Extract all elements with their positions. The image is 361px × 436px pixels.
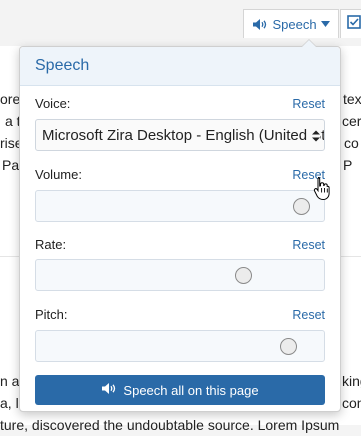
bg-text-line: P (343, 157, 353, 173)
bg-text-line: tex (343, 91, 361, 107)
checkbox-icon (347, 14, 361, 34)
speech-all-button[interactable]: Speech all on this page (35, 375, 325, 405)
pitch-slider[interactable] (35, 330, 325, 362)
pitch-label: Pitch: (35, 307, 68, 322)
hand-pointer-icon (313, 176, 331, 205)
bg-text-line: co (344, 135, 359, 151)
bg-text-line: con (342, 395, 361, 411)
bg-text-line: cer (342, 113, 361, 129)
voice-select[interactable]: Microsoft Zira Desktop - English (United… (35, 119, 325, 151)
pitch-reset-link[interactable]: Reset (292, 308, 325, 322)
pitch-slider-thumb[interactable] (280, 338, 298, 355)
bg-text-line: n a (0, 373, 20, 389)
popup-header: Speech (20, 47, 340, 86)
volume-slider-thumb[interactable] (293, 198, 311, 215)
rate-slider-thumb[interactable] (235, 267, 253, 284)
speech-popup: Speech Voice: Reset Microsoft Zira Deskt… (19, 39, 341, 412)
voice-select-value: Microsoft Zira Desktop - English (United… (42, 126, 324, 144)
bg-text-line: king (342, 373, 361, 389)
rate-slider[interactable] (35, 259, 325, 291)
volume-slider[interactable] (35, 190, 325, 222)
bg-text-line: a, l (0, 395, 19, 411)
rate-reset-link[interactable]: Reset (292, 238, 325, 252)
voice-label: Voice: (35, 96, 71, 111)
speaker-icon (101, 382, 117, 398)
select-arrows-icon (312, 128, 320, 144)
speaker-icon (252, 18, 268, 31)
speech-menu-button[interactable]: Speech (243, 9, 339, 38)
bg-text-line: ture, discovered the undoubtable source.… (0, 417, 340, 433)
rate-label: Rate: (35, 237, 67, 252)
caret-down-icon (320, 21, 330, 27)
voice-reset-link[interactable]: Reset (292, 97, 325, 111)
popup-title: Speech (35, 57, 90, 74)
speech-all-label: Speech all on this page (123, 382, 259, 398)
volume-label: Volume: (35, 167, 82, 182)
speech-menu-label: Speech (272, 16, 317, 32)
select-button[interactable] (340, 9, 361, 38)
popup-arrow (301, 39, 317, 47)
